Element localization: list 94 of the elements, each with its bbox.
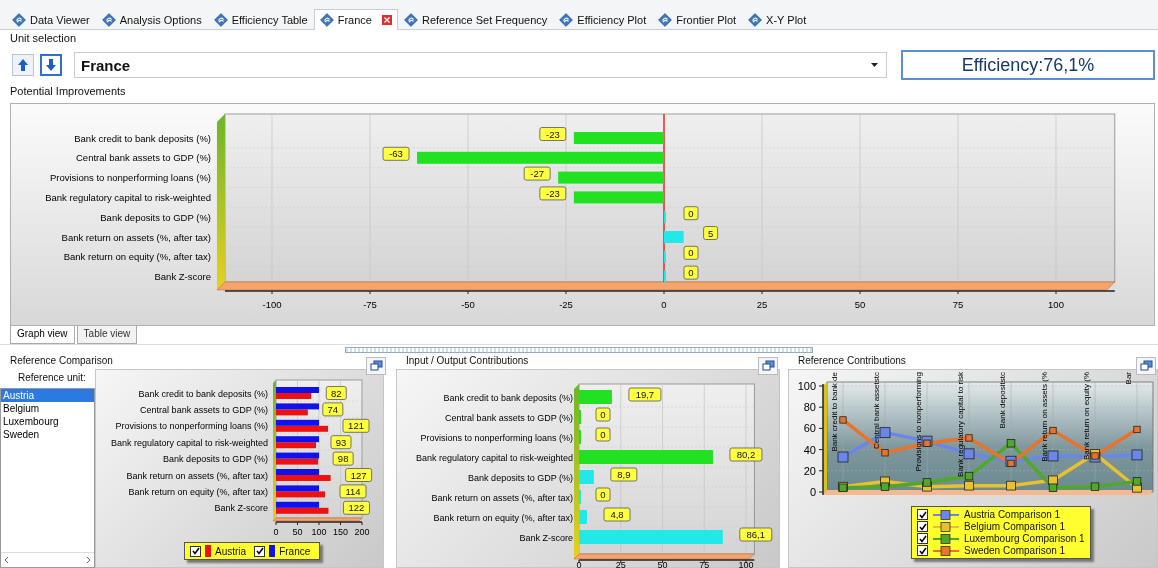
category-label: Bank return on assets (%, after tax) (431, 492, 573, 503)
tick-label: 100 (738, 560, 754, 568)
tick-label: 100 (1048, 299, 1064, 310)
legend-label: France (279, 545, 311, 557)
category-label: Provisions to nonperforming loans (%) (420, 432, 573, 443)
category-label: Bank return on assets (% (1040, 372, 1049, 462)
legend-label: Austria Comparison 1 (964, 509, 1061, 520)
tick-label: -75 (363, 299, 377, 310)
value-label: 0 (595, 427, 611, 442)
category-label: Bank return on equity (% (1082, 372, 1091, 461)
value-label: 121 (342, 418, 370, 433)
category-label: Bank credit to bank deposits (%) (443, 392, 573, 403)
section-label: Potential Improvements (10, 85, 126, 97)
value-label: -63 (382, 146, 410, 161)
value-label: 122 (343, 500, 370, 515)
panel-title: Reference Comparison (10, 355, 113, 366)
tick-label: 25 (615, 560, 626, 568)
category-label: Central bank assetstc (872, 372, 881, 449)
panel-title: Reference Contributions (798, 355, 906, 366)
tick-label: 75 (699, 560, 710, 568)
category-label: Bank regulatory capital to risk-weighted (415, 452, 573, 463)
tick-label: -50 (461, 299, 475, 310)
tick-label: 0 (661, 299, 667, 310)
category-label: Bank deposits to GDP (%) (100, 211, 211, 223)
tick-label: 80 (803, 401, 816, 414)
category-label: Bar (1124, 372, 1133, 385)
category-label: Bank depositstc (998, 372, 1007, 429)
value-label: 0 (683, 245, 699, 260)
tick-label: 40 (803, 443, 816, 456)
tick-label: 0 (273, 527, 279, 537)
efficiency-display: Efficiency:76,1% (901, 50, 1155, 80)
category-label: Bank return on equity (%, after tax) (128, 486, 268, 497)
category-label: Bank credit to bank deposits (%) (138, 388, 268, 399)
value-label: 4,8 (603, 507, 631, 522)
category-label: Provisions to nonperforming loans (%) (49, 172, 211, 184)
value-label: 8,9 (610, 467, 638, 482)
legend-label: Sweden Comparison 1 (964, 545, 1066, 556)
tick-label: 60 (803, 422, 816, 435)
tick-label: 25 (756, 299, 768, 310)
category-label: Bank regulatory capital to risk-weighted (45, 191, 211, 203)
value-label: 114 (339, 484, 367, 499)
category-label: Bank return on assets (%, after tax) (61, 231, 211, 243)
tick-label: 75 (952, 299, 964, 310)
category-label: Bank Z-score (519, 532, 573, 543)
category-label: Bank credit to bank de (830, 372, 839, 452)
legend-label: Austria (215, 545, 247, 557)
tick-label: 50 (657, 560, 668, 568)
category-label: Central bank assets to GDP (%) (445, 412, 573, 423)
value-label: 74 (322, 402, 344, 417)
category-label: Bank return on assets (%, after tax) (126, 470, 268, 481)
tick-label: 20 (803, 464, 816, 477)
value-label: 127 (345, 468, 372, 482)
tick-label: 50 (292, 527, 303, 537)
category-label: Provisions to nonperforming loans (%) (115, 421, 268, 432)
category-label: Bank return on equity (%, after tax) (433, 512, 573, 523)
category-label: Bank regulatory capital to risk (956, 372, 965, 477)
tick-label: -25 (559, 299, 573, 310)
value-label: 19,7 (628, 387, 662, 402)
category-label: Provisions to nonperforming (914, 372, 923, 472)
category-label: Bank deposits to GDP (%) (468, 472, 573, 483)
category-label: Bank Z-score (154, 271, 211, 283)
value-label: 0 (683, 206, 699, 221)
category-label: Bank Z-score (214, 503, 268, 514)
panel-title: Input / Output Contributions (406, 355, 529, 366)
tick-label: -100 (262, 299, 282, 310)
category-label: Bank return on equity (%, after tax) (63, 251, 211, 263)
category-label: Central bank assets to GDP (%) (140, 404, 268, 415)
value-label: -23 (539, 127, 567, 141)
tick-label: 100 (311, 527, 327, 537)
value-label: 80,2 (729, 447, 763, 462)
legend-label: Belgium Comparison 1 (964, 521, 1066, 532)
value-label: 5 (703, 226, 718, 240)
value-label: 98 (332, 451, 354, 466)
value-label: 93 (330, 435, 352, 450)
tick-label: 0 (809, 486, 816, 498)
value-label: 0 (595, 487, 611, 502)
tick-label: 100 (797, 380, 816, 392)
tick-label: 150 (333, 527, 348, 537)
category-label: Bank deposits to GDP (%) (163, 454, 268, 465)
section-label: Unit selection (10, 32, 77, 44)
tick-label: 200 (354, 527, 370, 537)
value-label: 82 (325, 386, 347, 400)
value-label: -27 (523, 166, 551, 181)
tick-label: 0 (576, 560, 582, 568)
category-label: Central bank assets to GDP (%) (76, 152, 211, 164)
value-label: -23 (539, 186, 567, 201)
value-label: 86,1 (739, 527, 773, 542)
legend-label: Luxembourg Comparison 1 (964, 533, 1085, 544)
value-label: 0 (595, 407, 611, 422)
field-label: Reference unit: (18, 372, 86, 383)
category-label: Bank credit to bank deposits (%) (74, 132, 211, 144)
tick-label: 50 (854, 299, 866, 310)
value-label: 0 (683, 265, 699, 280)
category-label: Bank regulatory capital to risk-weighted (110, 437, 268, 448)
